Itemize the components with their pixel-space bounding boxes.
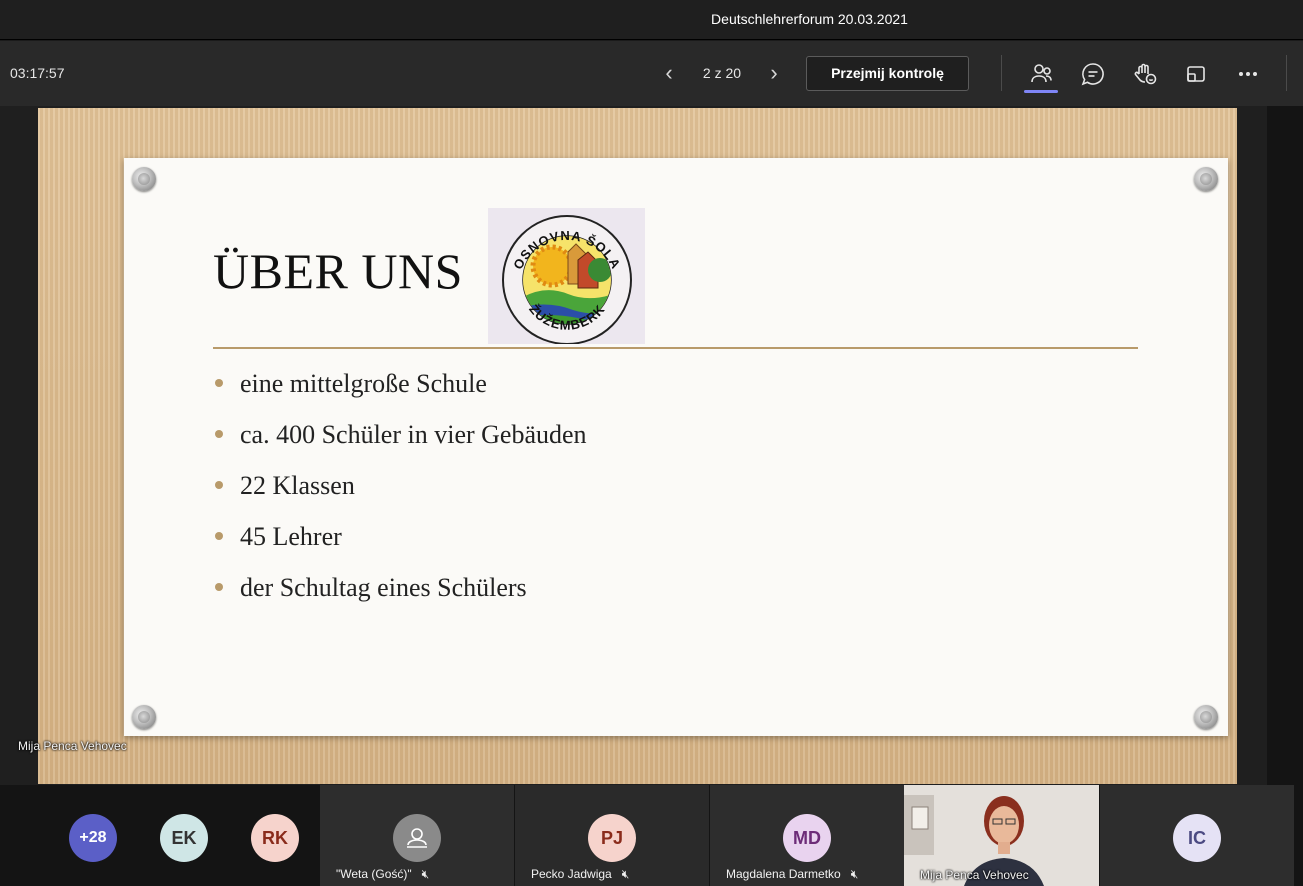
participant-video-tile[interactable]: Mija Penca Vehovec	[904, 785, 1099, 886]
chevron-left-icon[interactable]: ‹	[657, 59, 681, 87]
window-titlebar: Deutschlehrerforum 20.03.2021	[0, 0, 1303, 40]
share-tray-icon[interactable]	[1182, 60, 1210, 88]
participant-name-text: Magdalena Darmetko	[726, 867, 841, 881]
avatar[interactable]: EK	[160, 814, 208, 862]
bullet-item: der Schultag eines Schülers	[213, 568, 587, 619]
avatar: IC	[1173, 814, 1221, 862]
participant-tile[interactable]: "Weta (Gość)" 🔇︎	[320, 785, 514, 886]
raise-hand-icon[interactable]	[1131, 60, 1159, 88]
bullet-item: 45 Lehrer	[213, 517, 587, 568]
screw-decoration	[132, 167, 156, 191]
page-counter: 2 z 20	[702, 65, 742, 81]
slide-paper: ÜBER UNS OSNOVNA ŠOLA ŽUŽEMBERK eine mit…	[124, 158, 1228, 736]
bullet-item: ca. 400 Schüler in vier Gebäuden	[213, 415, 587, 466]
person-icon	[407, 828, 427, 848]
avatar: MD	[783, 814, 831, 862]
screw-decoration	[132, 705, 156, 729]
slide-background: ÜBER UNS OSNOVNA ŠOLA ŽUŽEMBERK eine mit…	[38, 108, 1237, 784]
participant-tile[interactable]: MD Magdalena Darmetko 🔇︎	[710, 785, 904, 886]
screw-decoration	[1194, 705, 1218, 729]
guest-avatar	[393, 814, 441, 862]
avatar: PJ	[588, 814, 636, 862]
participant-name-text: Pecko Jadwiga	[531, 867, 612, 881]
meeting-timer: 03:17:57	[10, 65, 65, 81]
chevron-right-icon[interactable]: ›	[762, 59, 786, 87]
avatar[interactable]: RK	[251, 814, 299, 862]
active-tab-indicator	[1024, 90, 1058, 93]
bullet-list: eine mittelgroße Schule ca. 400 Schüler …	[213, 364, 587, 619]
participant-name-text: "Weta (Gość)"	[336, 867, 412, 881]
mic-off-icon: 🔇︎	[621, 867, 630, 881]
more-icon[interactable]	[1234, 60, 1262, 88]
mic-off-icon: 🔇︎	[850, 867, 859, 881]
overflow-participants-button[interactable]: +28	[69, 814, 117, 862]
take-control-button[interactable]: Przejmij kontrolę	[806, 56, 969, 91]
participant-gallery: +28 EK RK "Weta (Gość)" 🔇︎ PJ Pecko Jadwi…	[0, 785, 1303, 886]
window-title: Deutschlehrerforum 20.03.2021	[0, 11, 1303, 27]
participants-icon[interactable]	[1027, 60, 1055, 88]
meeting-toolbar: 03:17:57 ‹ 2 z 20 › Przejmij kontrolę	[0, 41, 1303, 106]
stage-right-edge	[1267, 106, 1303, 785]
slide-title: ÜBER UNS	[213, 243, 463, 299]
presenter-name-label: Mija Penca Vehovec	[18, 739, 127, 753]
mic-off-icon: 🔇︎	[421, 867, 430, 881]
chat-icon[interactable]	[1079, 60, 1107, 88]
meeting-title: Deutschlehrerforum 20.03.2021	[711, 11, 908, 27]
participant-name: Mija Penca Vehovec	[920, 868, 1029, 882]
toolbar-divider	[1286, 55, 1287, 91]
shared-content-stage: ÜBER UNS OSNOVNA ŠOLA ŽUŽEMBERK eine mit…	[0, 106, 1303, 785]
participant-tile[interactable]: IC	[1100, 785, 1294, 886]
toolbar-divider	[1001, 55, 1002, 91]
school-logo: OSNOVNA ŠOLA ŽUŽEMBERK	[488, 208, 645, 345]
participant-name: Magdalena Darmetko 🔇︎	[726, 867, 858, 882]
bullet-item: 22 Klassen	[213, 466, 587, 517]
participant-tile[interactable]: PJ Pecko Jadwiga 🔇︎	[515, 785, 709, 886]
bullet-item: eine mittelgroße Schule	[213, 364, 587, 415]
participant-name: Pecko Jadwiga 🔇︎	[531, 867, 629, 882]
title-divider	[213, 347, 1138, 349]
participant-name: "Weta (Gość)" 🔇︎	[336, 867, 429, 882]
screw-decoration	[1194, 167, 1218, 191]
